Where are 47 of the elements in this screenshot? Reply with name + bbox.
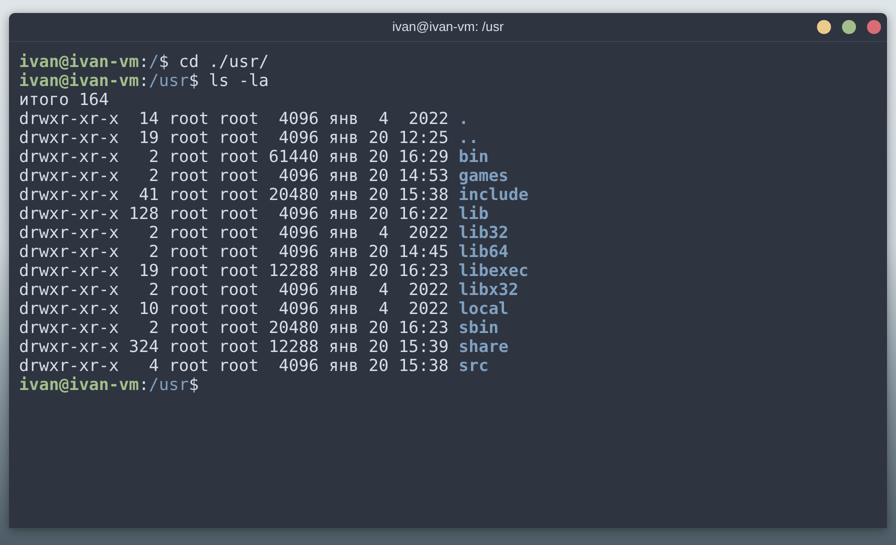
file-details: drwxr-xr-x 2 root root 4096 янв 4 2022 xyxy=(19,223,449,242)
prompt-separator: : xyxy=(138,52,149,71)
prompt-symbol: $ xyxy=(158,52,169,71)
prompt-separator: : xyxy=(138,375,149,394)
file-details: drwxr-xr-x 10 root root 4096 янв 4 2022 xyxy=(19,299,449,318)
prompt-symbol: $ xyxy=(188,71,199,90)
directory-name: lib32 xyxy=(458,223,509,242)
prompt-path: /usr xyxy=(148,71,189,90)
prompt-path: / xyxy=(148,52,159,71)
prompt-separator: : xyxy=(138,71,149,90)
file-details: drwxr-xr-x 2 root root 61440 янв 20 16:29 xyxy=(19,147,449,166)
file-details: drwxr-xr-x 2 root root 4096 янв 4 2022 xyxy=(19,280,449,299)
directory-name: sbin xyxy=(458,318,499,337)
directory-name: share xyxy=(458,337,509,356)
file-details: drwxr-xr-x 19 root root 12288 янв 20 16:23 xyxy=(19,261,449,280)
directory-name: local xyxy=(458,299,509,318)
file-details: drwxr-xr-x 4 root root 4096 янв 20 15:38 xyxy=(19,356,449,375)
prompt-path: /usr xyxy=(148,375,189,394)
directory-name: lib64 xyxy=(458,242,509,261)
directory-name: include xyxy=(458,185,529,204)
file-details: drwxr-xr-x 2 root root 4096 янв 20 14:45 xyxy=(19,242,449,261)
command-text: cd ./usr/ xyxy=(178,52,269,71)
directory-name: .. xyxy=(458,128,479,147)
prompt-user: ivan@ivan-vm xyxy=(19,375,139,394)
window-title: ivan@ivan-vm: /usr xyxy=(392,18,504,36)
file-details: drwxr-xr-x 19 root root 4096 янв 20 12:25 xyxy=(19,128,449,147)
file-details: drwxr-xr-x 14 root root 4096 янв 4 2022 xyxy=(19,109,449,128)
command-text: ls -la xyxy=(208,71,269,90)
directory-name: libx32 xyxy=(458,280,519,299)
directory-name: bin xyxy=(458,147,489,166)
directory-name: libexec xyxy=(458,261,529,280)
prompt-user: ivan@ivan-vm xyxy=(19,52,139,71)
directory-name: games xyxy=(458,166,509,185)
directory-name: lib xyxy=(458,204,489,223)
prompt-user: ivan@ivan-vm xyxy=(19,71,139,90)
file-details: drwxr-xr-x 2 root root 4096 янв 20 14:53 xyxy=(19,166,449,185)
file-details: drwxr-xr-x 2 root root 20480 янв 20 16:23 xyxy=(19,318,449,337)
output-text: итого 164 xyxy=(19,90,109,109)
file-details: drwxr-xr-x 41 root root 20480 янв 20 15:38 xyxy=(19,185,449,204)
close-button[interactable] xyxy=(867,20,881,34)
minimize-button[interactable] xyxy=(817,20,831,34)
file-details: drwxr-xr-x 324 root root 12288 янв 20 15:39 xyxy=(19,337,449,356)
directory-name: . xyxy=(458,109,469,128)
maximize-button[interactable] xyxy=(842,20,856,34)
file-details: drwxr-xr-x 128 root root 4096 янв 20 16:22 xyxy=(19,204,449,223)
directory-name: src xyxy=(458,356,489,375)
prompt-symbol: $ xyxy=(188,375,199,394)
